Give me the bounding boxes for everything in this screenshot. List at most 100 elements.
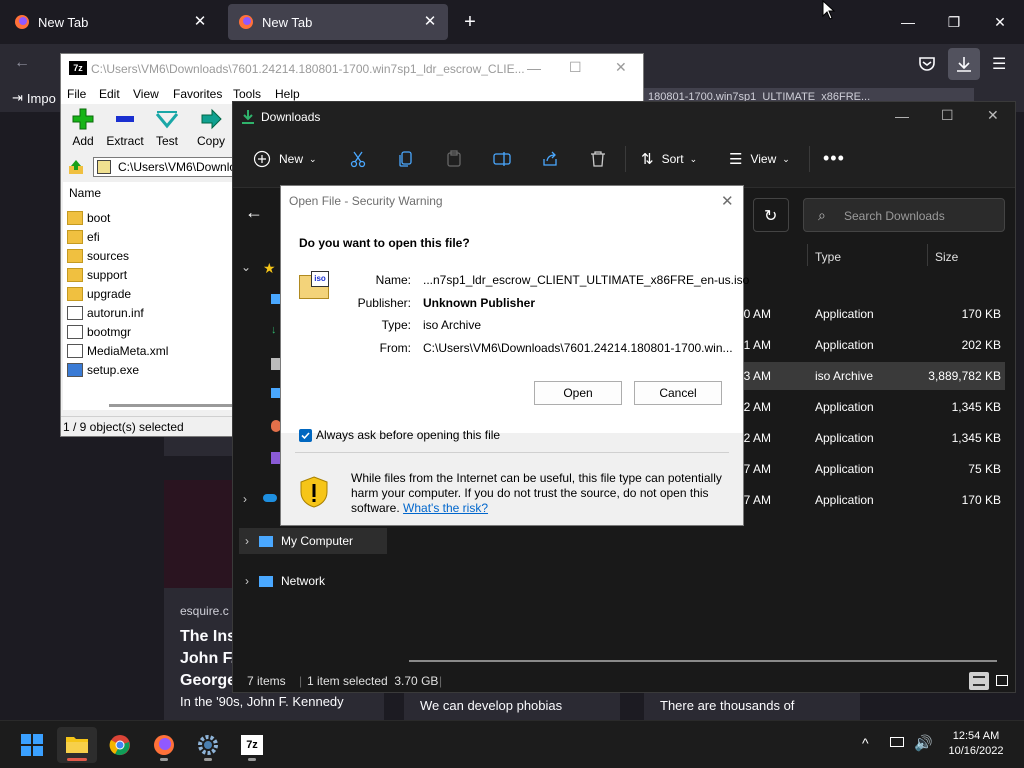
new-button[interactable]: New ⌄ <box>253 150 317 168</box>
horizontal-scrollbar[interactable] <box>409 660 997 662</box>
minimize-icon[interactable]: — <box>895 108 909 124</box>
nav-label: Network <box>281 574 326 588</box>
back-icon[interactable]: ← <box>14 54 30 72</box>
tab-new-tab-1[interactable]: New Tab ✕ <box>4 4 218 40</box>
menu-edit[interactable]: Edit <box>99 87 120 101</box>
list-item[interactable]: setup.exe <box>67 360 139 379</box>
selection-info: 1 item selected 3.70 GB <box>307 674 439 688</box>
more-options-icon[interactable]: ••• <box>823 148 845 169</box>
tiles-view-button[interactable] <box>993 672 1011 690</box>
network-tray-icon[interactable] <box>888 735 908 751</box>
folder-icon <box>67 286 83 301</box>
close-tab-icon[interactable]: ✕ <box>192 14 208 30</box>
list-item[interactable]: boot <box>67 208 110 227</box>
share-icon[interactable] <box>541 150 559 168</box>
nav-item-my-computer[interactable]: › My Computer <box>239 528 387 554</box>
cancel-button[interactable]: Cancel <box>634 381 722 405</box>
dialog-separator <box>295 452 729 453</box>
name-value: ...n7sp1_ldr_escrow_CLIENT_ULTIMATE_x86F… <box>423 273 750 287</box>
taskbar-clock[interactable]: 12:54 AM 10/16/2022 <box>940 729 1012 759</box>
size-cell: 170 KB <box>961 307 1001 321</box>
show-hidden-icons[interactable]: ^ <box>862 735 869 751</box>
list-item[interactable]: MediaMeta.xml <box>67 341 168 360</box>
add-button[interactable]: Add <box>61 108 105 148</box>
whats-the-risk-link[interactable]: What's the risk? <box>403 501 488 515</box>
menu-icon[interactable]: ☰ <box>992 54 1006 74</box>
type-cell: Application <box>815 462 874 476</box>
close-icon[interactable]: ✕ <box>721 192 734 210</box>
list-item[interactable]: efi <box>67 227 100 246</box>
open-button[interactable]: Open <box>534 381 622 405</box>
taskbar-firefox[interactable] <box>144 727 184 763</box>
search-input[interactable]: ⌕ Search Downloads <box>803 198 1005 232</box>
pocket-icon[interactable] <box>918 55 936 73</box>
close-icon[interactable]: ✕ <box>987 107 999 124</box>
star-icon: ★ <box>263 260 276 276</box>
sort-button[interactable]: ⇅ Sort ⌄ <box>641 150 697 168</box>
explorer-titlebar: Downloads — ☐ ✕ <box>233 102 1015 132</box>
menu-help[interactable]: Help <box>275 87 300 101</box>
size-column-header[interactable]: Size <box>935 250 958 264</box>
back-icon[interactable]: ← <box>245 202 263 223</box>
taskbar-settings[interactable] <box>188 727 228 763</box>
item-count: 7 items <box>247 674 286 688</box>
list-item[interactable]: upgrade <box>67 284 131 303</box>
menu-favorites[interactable]: Favorites <box>173 87 222 101</box>
copy-button[interactable]: Copy <box>189 108 233 148</box>
paste-icon[interactable] <box>445 150 463 168</box>
menu-file[interactable]: File <box>67 87 86 101</box>
restore-icon[interactable]: ❐ <box>944 12 964 32</box>
menu-tools[interactable]: Tools <box>233 87 261 101</box>
menu-view[interactable]: View <box>133 87 159 101</box>
refresh-icon: ↻ <box>764 208 778 225</box>
size-cell: 75 KB <box>968 462 1001 476</box>
details-view-button[interactable] <box>969 672 989 690</box>
rename-icon[interactable] <box>493 150 511 168</box>
list-item-label: MediaMeta.xml <box>87 343 169 358</box>
separator <box>809 146 810 172</box>
search-placeholder: Search Downloads <box>844 209 945 223</box>
close-window-icon[interactable]: ✕ <box>990 12 1010 32</box>
refresh-button[interactable]: ↻ <box>753 198 789 232</box>
maximize-icon[interactable]: ☐ <box>569 59 582 76</box>
type-column-header[interactable]: Type <box>815 250 841 264</box>
list-item[interactable]: support <box>67 265 127 284</box>
minimize-icon[interactable]: — <box>527 60 541 76</box>
list-item[interactable]: bootmgr <box>67 322 131 341</box>
taskbar-file-explorer[interactable] <box>57 727 97 763</box>
start-button[interactable] <box>12 727 52 763</box>
close-icon[interactable]: ✕ <box>615 59 627 76</box>
list-item-label: upgrade <box>87 286 132 301</box>
cut-icon[interactable] <box>349 150 367 168</box>
taskbar-7zip[interactable]: 7z <box>232 727 272 763</box>
chevron-down-icon[interactable]: ⌄ <box>241 260 251 274</box>
test-label: Test <box>155 134 178 148</box>
new-tab-button[interactable]: + <box>460 12 480 32</box>
folder-up-icon[interactable] <box>67 158 85 176</box>
maximize-icon[interactable]: ☐ <box>941 107 954 124</box>
list-item[interactable]: autorun.inf <box>67 303 144 322</box>
delete-icon[interactable] <box>589 150 607 168</box>
extract-button[interactable]: Extract <box>103 108 147 148</box>
file-icon <box>67 343 83 358</box>
download-icon <box>957 57 971 72</box>
copy-icon[interactable] <box>397 150 415 168</box>
explorer-command-bar: New ⌄ ⇅ Sort ⌄ ☰ View ⌄ ••• <box>233 132 1015 188</box>
test-button[interactable]: Test <box>145 108 189 148</box>
nav-item-network[interactable]: › Network <box>239 568 387 594</box>
list-item[interactable]: sources <box>67 246 129 265</box>
view-button[interactable]: ☰ View ⌄ <box>729 150 790 168</box>
import-bookmarks-button[interactable]: ⇥ Impo <box>12 90 56 106</box>
minimize-icon[interactable]: — <box>898 12 918 32</box>
name-column-header[interactable]: Name <box>69 186 101 200</box>
chevron-right-icon[interactable]: › <box>243 492 247 506</box>
volume-icon[interactable]: 🔊 <box>914 734 933 752</box>
tab-new-tab-2[interactable]: New Tab ✕ <box>228 4 448 40</box>
close-tab-icon[interactable]: ✕ <box>422 14 438 30</box>
downloads-toolbar-button[interactable] <box>948 48 980 80</box>
taskbar-chrome[interactable] <box>100 727 140 763</box>
type-label: Type: <box>381 318 411 332</box>
tiles-view-icon <box>996 675 1008 686</box>
always-ask-checkbox[interactable]: Always ask before opening this file <box>299 428 500 442</box>
explorer-title: Downloads <box>261 110 321 124</box>
